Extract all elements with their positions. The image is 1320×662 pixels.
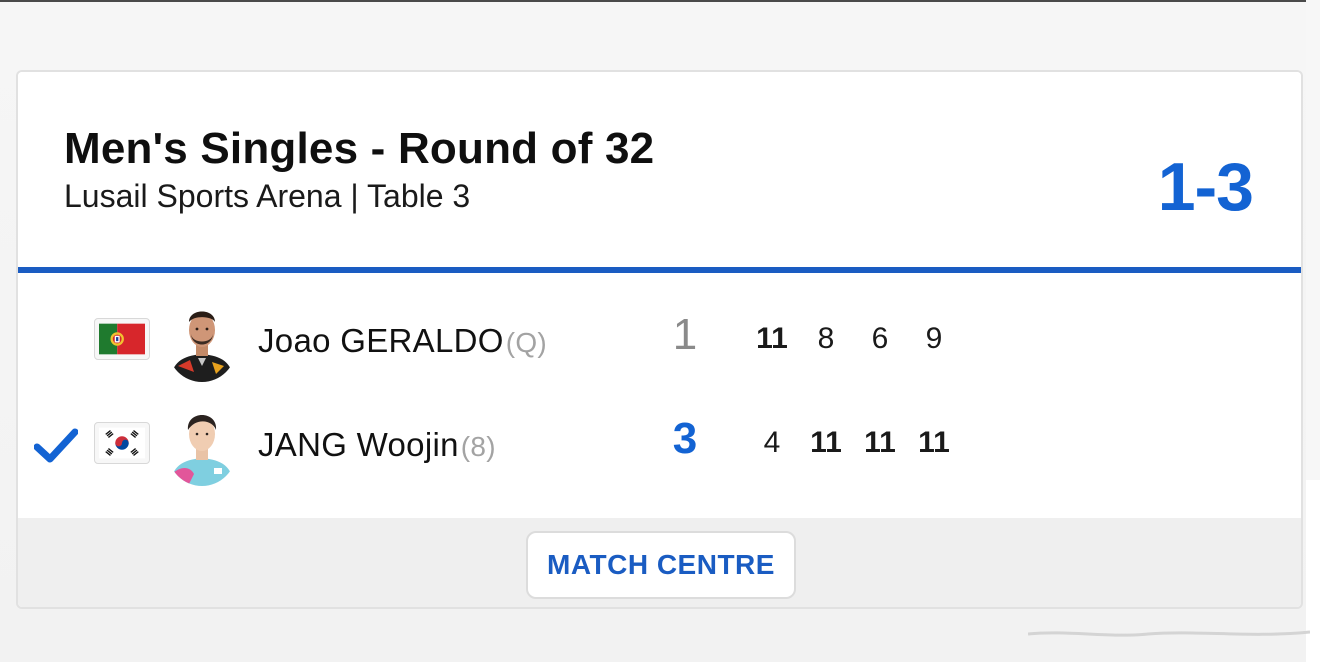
player-seed: (Q): [505, 327, 548, 358]
game-score-3: 6: [871, 322, 889, 355]
game-score-2: 8: [817, 322, 835, 355]
player-row: Joao GERALDO(Q) 1 11 8 6 9: [18, 292, 1301, 396]
player-row: JANG Woojin(8) 3 4 11 11 11: [18, 396, 1301, 500]
match-card: Men's Singles - Round of 32 Lusail Sport…: [16, 70, 1303, 609]
player-name: JANG Woojin(8): [258, 426, 496, 464]
game-score-4: 11: [918, 426, 950, 459]
card-footer: MATCH CENTRE: [18, 518, 1301, 607]
game-score-3: 11: [864, 426, 896, 459]
portugal-flag-icon: [94, 318, 150, 360]
page-right-margin: [1306, 0, 1320, 480]
event-title: Men's Singles - Round of 32: [64, 124, 655, 173]
game-score-1: 4: [763, 426, 781, 459]
game-score-1: 11: [756, 322, 788, 355]
match-header: Men's Singles - Round of 32 Lusail Sport…: [18, 72, 1301, 268]
match-score: 1-3: [1157, 149, 1254, 225]
games-won: 1: [672, 310, 698, 359]
player-name-text: JANG Woojin: [258, 426, 459, 463]
venue-and-table: Lusail Sports Arena | Table 3: [64, 178, 471, 214]
player-name: Joao GERALDO(Q): [258, 322, 547, 360]
game-score-2: 11: [810, 426, 842, 459]
player-avatar: [168, 300, 236, 382]
player-seed: (8): [460, 431, 496, 462]
page-edge-shadow: [1028, 630, 1310, 637]
header-divider: [18, 267, 1301, 273]
game-score-4: 9: [925, 322, 943, 355]
checkmark-icon: [33, 426, 79, 466]
games-won: 3: [672, 414, 698, 463]
south-korea-flag-icon: [94, 422, 150, 464]
match-centre-button[interactable]: MATCH CENTRE: [526, 531, 796, 599]
player-name-text: Joao GERALDO: [258, 322, 504, 359]
player-avatar: [168, 404, 236, 486]
